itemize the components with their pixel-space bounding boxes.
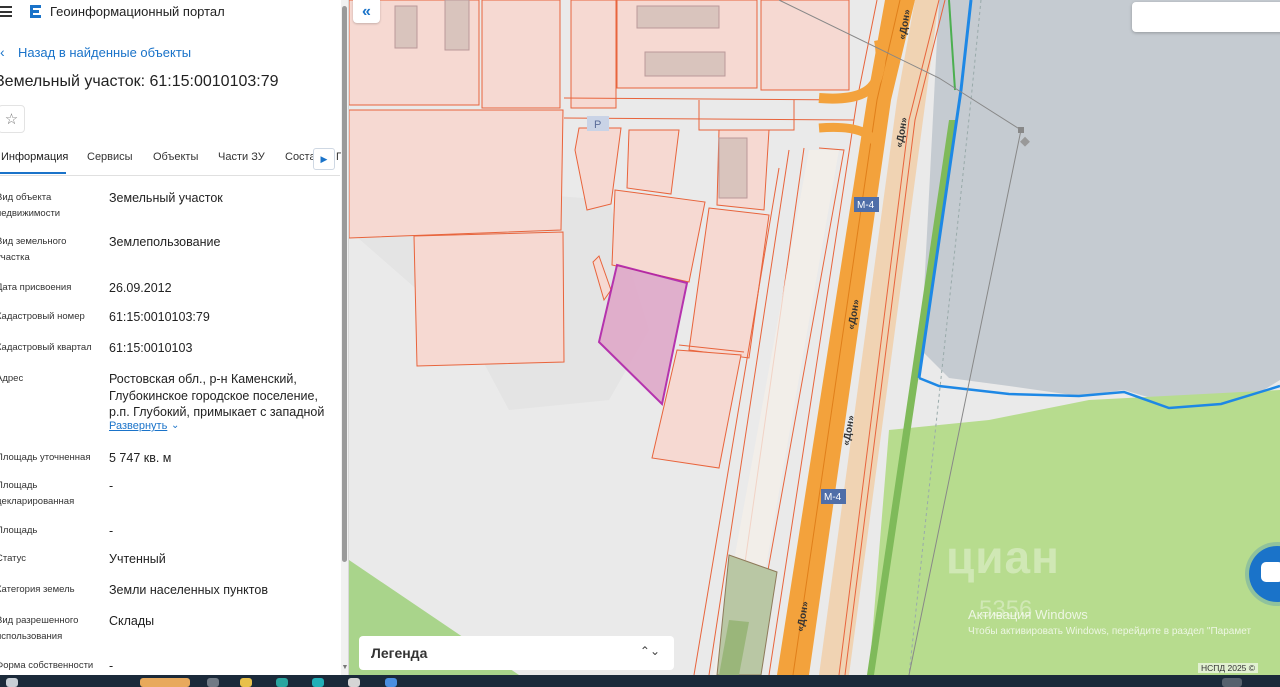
map-view[interactable]: P «Дон» «Дон» «Дон» «Дон» «Дон» M-4 M-4 … — [349, 0, 1280, 675]
chat-icon — [1261, 562, 1280, 582]
favorite-button[interactable]: ☆ — [0, 105, 25, 133]
windows-activation-hint: Чтобы активировать Windows, перейдите в … — [968, 626, 1252, 637]
tabs-scroll-right-button[interactable]: ▶ — [313, 148, 335, 170]
back-to-results-link[interactable]: ‹ Назад в найденные объекты — [0, 44, 191, 60]
detail-value: 26.09.2012 — [109, 281, 172, 295]
parking-label: P — [594, 119, 601, 131]
tab-services[interactable]: Сервисы — [87, 151, 133, 163]
panel-scrollbar[interactable]: ▼ — [341, 0, 348, 675]
portal-title: Геоинформационный портал — [50, 4, 225, 19]
tab-composition[interactable]: Соста — [285, 151, 316, 163]
scrollbar-thumb[interactable] — [342, 6, 347, 562]
legend-selector[interactable]: Легенда ⌃⌄ — [359, 636, 674, 670]
active-tab-indicator — [0, 172, 66, 174]
detail-value: Учтенный — [109, 552, 166, 566]
detail-value: Земли населенных пунктов — [109, 583, 268, 597]
tab-parcel-parts[interactable]: Части ЗУ — [218, 151, 265, 163]
taskbar-icon[interactable] — [207, 678, 219, 687]
detail-value: - — [109, 479, 114, 493]
expand-address-link[interactable]: Развернуть — [109, 420, 167, 432]
chevron-down-icon[interactable]: ⌄ — [171, 420, 179, 431]
windows-activation-title: Активация Windows — [968, 607, 1088, 622]
tab-information[interactable]: Информация — [1, 151, 68, 163]
detail-key: Вид земельного участка — [0, 236, 67, 263]
taskbar-icon[interactable] — [140, 678, 190, 687]
detail-key: Кадастровый номер — [0, 311, 85, 322]
taskbar-icon[interactable] — [385, 678, 397, 687]
tab-bar: Информация Сервисы Объекты Части ЗУ Сост… — [0, 143, 344, 176]
os-taskbar — [0, 675, 1280, 687]
detail-key: Статус — [0, 553, 27, 564]
map-canvas[interactable]: P «Дон» «Дон» «Дон» «Дон» «Дон» M-4 M-4 — [349, 0, 1280, 675]
detail-key: Форма собственности — [0, 660, 94, 671]
taskbar-icon[interactable] — [240, 678, 252, 687]
chevron-left-icon: ‹ — [0, 44, 5, 60]
map-search-box[interactable] — [1132, 2, 1280, 32]
page-title: Земельный участок: 61:15:0010103:79 — [0, 73, 279, 90]
updown-chevron-icon: ⌃⌄ — [639, 644, 660, 658]
taskbar-icon[interactable] — [276, 678, 288, 687]
highway-badge-label: M-4 — [857, 200, 875, 211]
object-info-panel: Геоинформационный портал ‹ Назад в найде… — [0, 0, 349, 675]
detail-value: - — [109, 659, 114, 673]
detail-value: Землепользование — [109, 235, 221, 249]
detail-value: 61:15:0010103 — [109, 341, 193, 355]
detail-key: Площадь декларированная — [0, 480, 75, 507]
detail-key: Кадастровый квартал — [0, 342, 92, 353]
panel-header: Геоинформационный портал — [0, 0, 340, 24]
legend-label: Легенда — [371, 645, 428, 661]
detail-value-address: Ростовская обл., р-н Каменский, Глубокин… — [109, 372, 325, 419]
detail-value: 5 747 кв. м — [109, 451, 172, 465]
chevron-right-icon: ▶ — [320, 153, 328, 164]
double-chevron-left-icon: « — [362, 2, 371, 20]
watermark-logo: циан — [946, 531, 1060, 583]
menu-icon[interactable] — [0, 6, 12, 17]
taskbar-icon[interactable] — [6, 678, 18, 687]
portal-logo-icon — [30, 5, 41, 18]
taskbar-icon[interactable] — [312, 678, 324, 687]
tab-objects[interactable]: Объекты — [153, 151, 198, 163]
detail-key: Категория земель — [0, 584, 75, 595]
detail-value: Земельный участок — [109, 191, 223, 205]
back-link-label: Назад в найденные объекты — [18, 44, 192, 60]
detail-key: Площадь — [0, 525, 38, 536]
star-icon: ☆ — [4, 111, 19, 128]
detail-value: - — [109, 524, 114, 538]
detail-key: Адрес — [0, 373, 24, 384]
taskbar-icon[interactable] — [348, 678, 360, 687]
taskbar-icon[interactable] — [1222, 678, 1242, 687]
map-credit: НСПД 2025 © — [1198, 663, 1259, 673]
collapse-panel-button[interactable]: « — [353, 0, 380, 23]
detail-key: Вид разрешенного использования — [0, 615, 79, 642]
detail-key: Площадь уточненная — [0, 452, 91, 463]
detail-value: Склады — [109, 614, 155, 628]
detail-key: Вид объекта недвижимости — [0, 192, 61, 219]
detail-value: 61:15:0010103:79 — [109, 310, 210, 324]
power-line-marker — [1018, 127, 1024, 133]
detail-key: Дата присвоения — [0, 282, 72, 293]
highway-badge-label: M-4 — [824, 492, 842, 503]
scroll-down-arrow-icon[interactable]: ▼ — [341, 664, 348, 671]
